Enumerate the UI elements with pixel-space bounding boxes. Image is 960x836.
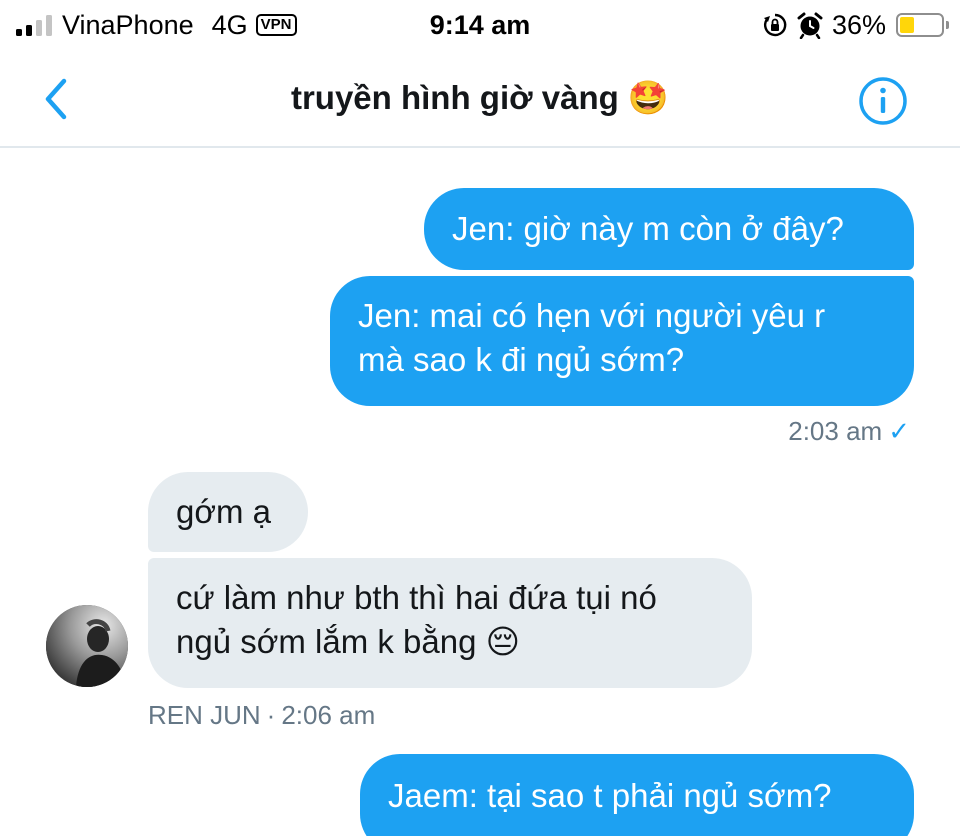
timestamp-text: 2:03 am	[788, 416, 883, 446]
sender-name: REN JUN	[148, 700, 261, 730]
message-text-line: cứ làm như bth thì hai đứa tụi nó	[176, 579, 657, 616]
message-bubble-outgoing[interactable]: Jen: mai có hẹn với người yêu r mà sao k…	[330, 276, 914, 406]
message-timestamp: 2:03 am ✓	[788, 416, 910, 447]
message-text: Jaem: tại sao t phải ngủ sớm?	[388, 777, 832, 814]
message-text: gớm ạ	[176, 493, 272, 530]
alarm-icon	[797, 12, 823, 39]
conversation-header: truyền hình giờ vàng 🤩	[0, 50, 960, 148]
message-text-line: mà sao k đi ngủ sớm?	[358, 341, 685, 378]
message-bubble-outgoing[interactable]: Jaem: tại sao t phải ngủ sớm?	[360, 754, 914, 836]
info-icon[interactable]	[858, 76, 908, 126]
incoming-timestamp: 2:06 am	[281, 700, 376, 730]
status-bar: VinaPhone 4G VPN 9:14 am 36%	[0, 0, 960, 50]
separator-dot: ·	[266, 700, 276, 730]
read-check-icon: ✓	[888, 416, 910, 446]
battery-percent: 36%	[831, 9, 886, 40]
message-bubble-outgoing[interactable]: Jen: giờ này m còn ở đây?	[424, 188, 914, 270]
orientation-lock-icon	[763, 13, 787, 37]
avatar-photo	[46, 605, 128, 687]
message-text-line: Jen: mai có hẹn với người yêu r	[358, 297, 826, 334]
avatar[interactable]	[46, 605, 128, 687]
conversation-title[interactable]: truyền hình giờ vàng 🤩	[0, 76, 960, 120]
message-bubble-incoming[interactable]: cứ làm như bth thì hai đứa tụi nó ngủ sớ…	[148, 558, 752, 688]
battery-level	[900, 17, 914, 33]
status-right: 36%	[762, 8, 949, 42]
battery-icon	[896, 13, 949, 37]
message-text-line: ngủ sớm lắm k bằng 😔	[176, 623, 521, 660]
message-bubble-incoming[interactable]: gớm ạ	[148, 472, 308, 552]
sender-meta: REN JUN · 2:06 am	[148, 700, 375, 731]
message-text: Jen: giờ này m còn ở đây?	[452, 210, 844, 247]
